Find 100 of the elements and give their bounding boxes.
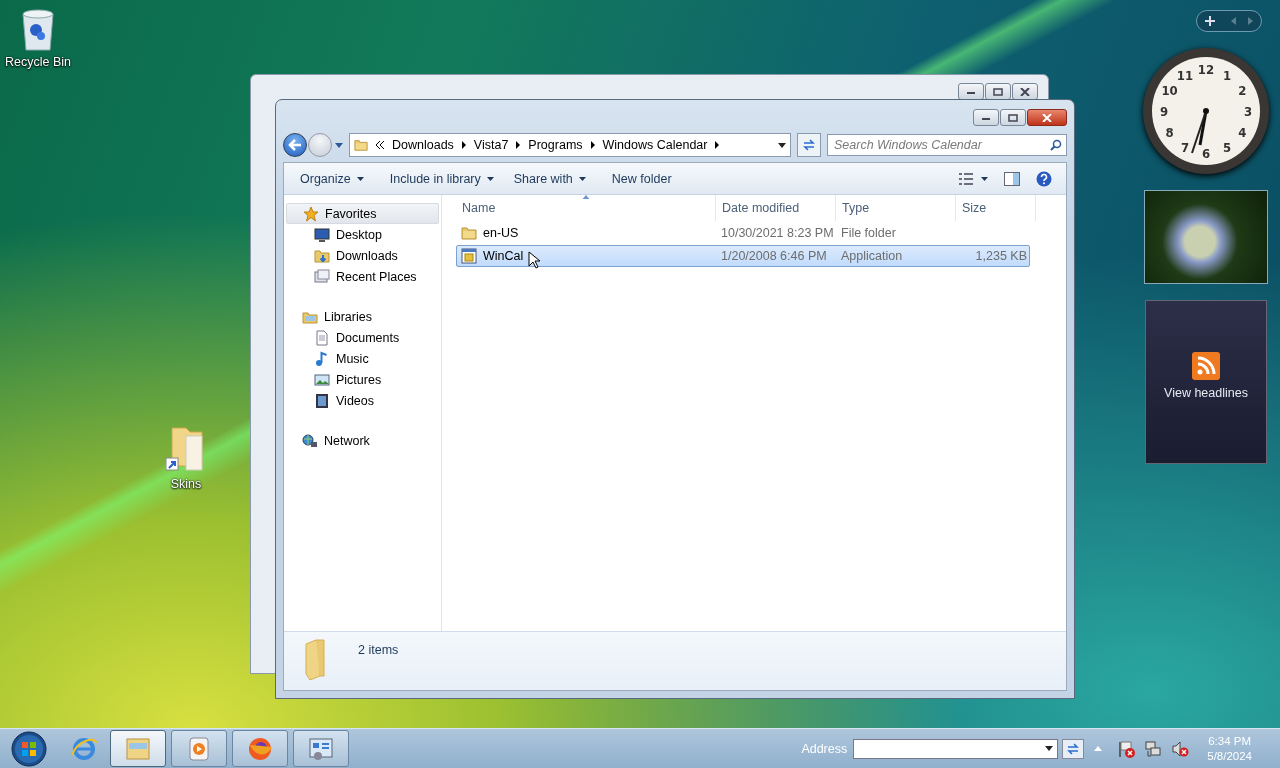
star-icon	[303, 205, 319, 222]
clock-numeral: 12	[1197, 61, 1215, 77]
mouse-pointer-icon	[528, 251, 540, 269]
file-name: en-US	[483, 226, 519, 240]
back-button[interactable]	[283, 133, 307, 157]
chevrons-icon	[376, 141, 384, 149]
windows-orb-icon	[8, 729, 50, 768]
globe-computer-icon	[302, 432, 318, 449]
arrow-right-icon	[590, 141, 595, 149]
document-icon	[314, 329, 330, 346]
caret-icon	[981, 176, 988, 181]
breadcrumb-item[interactable]: Windows Calendar	[602, 138, 708, 152]
date-modified: 1/20/2008 6:46 PM	[721, 249, 827, 263]
file-row[interactable]: WinCal 1/20/2008 6:46 PM Application 1,235 KB	[456, 245, 1030, 267]
folder-icon	[314, 247, 330, 264]
column-header[interactable]: Name	[456, 195, 716, 221]
clock-numeral: 4	[1238, 124, 1247, 140]
maximize-button[interactable]	[1000, 109, 1026, 126]
taskbar-button[interactable]	[110, 730, 166, 767]
arrow-right-icon	[1248, 17, 1253, 25]
speaker-muted-icon	[1171, 739, 1190, 758]
clock-numeral: 5	[1222, 139, 1232, 155]
rss-icon	[1192, 352, 1220, 380]
clock-numeral: 10	[1161, 82, 1178, 98]
list-view-icon	[959, 172, 975, 185]
search-input[interactable]: Search Windows Calendar	[832, 137, 1050, 153]
nav-pane-item[interactable]: Documents	[284, 327, 441, 348]
clock-numeral: 7	[1180, 139, 1190, 155]
breadcrumb-item[interactable]: Downloads	[392, 138, 454, 152]
address-label: Address	[801, 741, 848, 756]
clock-numeral: 8	[1165, 124, 1174, 140]
taskbar-button[interactable]	[232, 730, 288, 767]
clock-numeral: 2	[1238, 82, 1247, 98]
close-icon	[1020, 87, 1030, 96]
clock-numeral: 11	[1176, 67, 1194, 83]
arrow-right-icon	[461, 141, 466, 149]
close-icon	[1042, 113, 1052, 122]
desktop-icon-label[interactable]: Recycle Bin	[5, 55, 71, 69]
network-icon	[1144, 739, 1163, 758]
places-icon	[314, 268, 330, 285]
arrow-left-icon	[1231, 17, 1236, 25]
nav-pane-item[interactable]: Network	[286, 430, 439, 451]
nav-pane-item[interactable]: Desktop	[284, 224, 441, 245]
recycle-bin-icon	[20, 8, 56, 52]
plus-icon	[1205, 16, 1215, 26]
toolbar-button[interactable]: New folder	[603, 167, 680, 190]
caret-icon	[1045, 746, 1054, 751]
nav-pane-item[interactable]: Videos	[284, 390, 441, 411]
flag-error-icon	[1117, 739, 1136, 758]
go-button[interactable]	[1062, 738, 1085, 759]
caret-icon	[486, 176, 494, 181]
picture-icon	[314, 371, 330, 388]
search-field[interactable]: Search Windows Calendar	[827, 134, 1067, 156]
breadcrumb-item[interactable]: Programs	[528, 138, 583, 152]
file-type: File folder	[841, 226, 896, 240]
caret-icon	[578, 176, 586, 181]
folder-icon	[354, 138, 368, 152]
column-header[interactable]: Size	[956, 195, 1036, 221]
arrow-right-icon	[715, 141, 720, 149]
close-button[interactable]	[1027, 109, 1067, 126]
refresh-arrows-icon	[1066, 741, 1081, 756]
caret-icon	[356, 176, 364, 181]
taskbar-button[interactable]	[171, 730, 227, 767]
breadcrumb-item[interactable]: Vista7	[473, 138, 509, 152]
pane-icon	[1004, 171, 1020, 186]
clock-numeral: 9	[1159, 103, 1169, 119]
arrow-right-icon	[516, 141, 521, 149]
toolbar-button[interactable]: Organize	[292, 167, 372, 190]
minimize-button[interactable]	[973, 109, 999, 126]
search-icon	[1050, 139, 1062, 151]
clock-numeral: 6	[1201, 145, 1211, 161]
nav-pane-item[interactable]: Downloads	[284, 245, 441, 266]
start-button[interactable]	[8, 729, 50, 768]
sort-arrow-icon	[582, 195, 589, 199]
toolbar-button[interactable]: Include in library	[381, 167, 502, 190]
application-icon	[461, 248, 477, 264]
music-note-icon	[314, 350, 330, 367]
toolbar-button[interactable]: Share with	[505, 167, 594, 190]
address-bar[interactable]: Downloads Vista7 Programs Windows Calendar	[349, 133, 791, 157]
view-headlines-link[interactable]: View headlines	[1164, 386, 1248, 400]
taskbar-button[interactable]	[293, 730, 349, 767]
film-icon	[314, 392, 330, 409]
maximize-icon	[1008, 113, 1018, 122]
maximize-icon	[993, 87, 1003, 96]
date-modified: 10/30/2021 8:23 PM	[721, 226, 834, 240]
refresh-button[interactable]	[797, 133, 821, 157]
nav-pane-item[interactable]: Music	[284, 348, 441, 369]
address-field[interactable]	[853, 738, 1059, 759]
column-header[interactable]: Type	[836, 195, 956, 221]
column-header[interactable]: Date modified	[716, 195, 836, 221]
add-gadget-button[interactable]	[1205, 16, 1215, 26]
help-icon	[1036, 170, 1052, 187]
file-type: Application	[841, 249, 903, 263]
nav-pane-item[interactable]: Recent Places	[284, 266, 441, 287]
history-dropdown-button[interactable]	[333, 142, 343, 148]
nav-pane-item[interactable]: Favorites	[286, 203, 439, 224]
nav-pane-item[interactable]: Pictures	[284, 369, 441, 390]
file-row[interactable]: en-US 10/30/2021 8:23 PM File folder	[456, 222, 1030, 244]
folder-shortcut-icon	[166, 424, 206, 474]
nav-pane-item[interactable]: Libraries	[286, 306, 439, 327]
